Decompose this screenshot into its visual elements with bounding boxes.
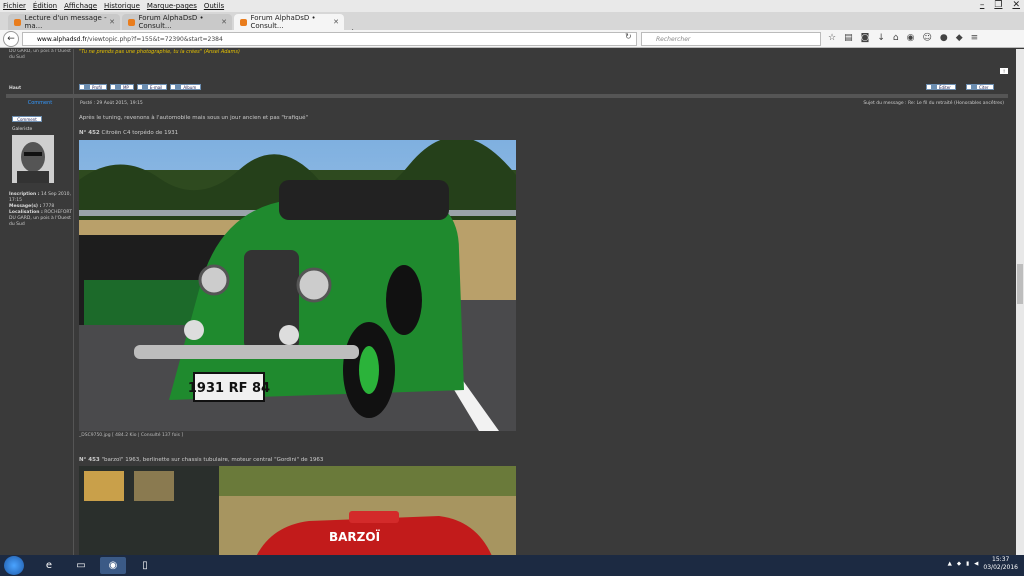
- barzoi-label: BARZOÏ: [329, 529, 381, 544]
- rank-badge: Comment: [12, 116, 42, 122]
- start-icon[interactable]: [4, 556, 24, 575]
- post-separator: [6, 94, 1008, 98]
- tab-1[interactable]: Lecture d'un message - ma... ✕: [8, 14, 120, 30]
- post-action-buttons: Profil MP E-mail Album: [79, 84, 202, 90]
- scrollbar[interactable]: [1016, 49, 1024, 555]
- download-icon[interactable]: ↓: [877, 33, 885, 43]
- author-name[interactable]: Comment: [10, 100, 70, 106]
- menu-outils[interactable]: Outils: [204, 2, 224, 10]
- quote-icon: [971, 85, 977, 89]
- attachment-info[interactable]: _DSC9750.jpg [ 484.2 Kio | Consulté 137 …: [79, 433, 183, 438]
- author-profile: Inscription : 14 Sep 2010, 17:15 Message…: [9, 192, 72, 227]
- report-button[interactable]: !: [1000, 68, 1008, 74]
- back-icon[interactable]: ←: [3, 31, 19, 47]
- menu-bar: Fichier Édition Affichage Historique Mar…: [0, 0, 1024, 12]
- pocket-icon[interactable]: ◙: [861, 33, 870, 43]
- menu-affichage[interactable]: Affichage: [64, 2, 97, 10]
- avatar: [12, 135, 54, 183]
- file-explorer-icon[interactable]: ▭: [68, 557, 94, 574]
- email-icon: [141, 85, 148, 89]
- caption-453: N° 453 "barzoï" 1963, berlinette sur cha…: [79, 457, 324, 463]
- profile-icon: [84, 85, 90, 89]
- favicon-icon: [14, 18, 21, 26]
- minimize-icon[interactable]: –: [980, 0, 985, 10]
- tab-close-icon[interactable]: ✕: [221, 18, 227, 26]
- extension-icon[interactable]: ◆: [956, 33, 963, 43]
- tab-2[interactable]: Forum AlphaDsD • Consult... ✕: [122, 14, 232, 30]
- edit-icon: [931, 85, 937, 89]
- email-button[interactable]: E-mail: [136, 84, 168, 90]
- favicon-icon: [240, 18, 247, 26]
- caption-452: N° 452 Citroën C4 torpédo de 1931: [79, 130, 179, 136]
- reading-list-icon[interactable]: ▤: [844, 33, 853, 43]
- taskbar: e ▭ ◉ ▯ ▲ ◆ ▮ ◀ 15:37 03/02/2016: [0, 555, 1024, 576]
- album-button[interactable]: Album: [170, 84, 202, 90]
- maximize-icon[interactable]: ❐: [994, 0, 1002, 10]
- menu-edition[interactable]: Édition: [33, 2, 57, 10]
- chat-icon[interactable]: ◉: [907, 33, 915, 43]
- tab-close-icon[interactable]: ✕: [333, 18, 339, 26]
- quote-button[interactable]: Citer: [966, 84, 994, 90]
- network-icon[interactable]: ▮: [966, 561, 969, 567]
- author-column: [6, 49, 74, 555]
- album-icon: [175, 85, 182, 89]
- emoji-icon[interactable]: ☺: [922, 33, 931, 43]
- favicon-icon: [128, 18, 135, 26]
- photo-barzoi[interactable]: BARZOÏ: [79, 466, 516, 555]
- close-icon[interactable]: ✕: [1012, 0, 1020, 10]
- profile-button[interactable]: Profil: [79, 84, 107, 90]
- tab-label: Forum AlphaDsD • Consult...: [138, 14, 204, 30]
- menu-fichier[interactable]: Fichier: [3, 2, 26, 10]
- toolbar-icons: ☆ ▤ ◙ ↓ ⌂ ◉ ☺ ● ◆ ≡: [828, 33, 978, 43]
- tray-icon[interactable]: ▲: [948, 561, 952, 567]
- addon-icon[interactable]: ●: [940, 33, 948, 43]
- post-subject: Sujet du message : Re: Le fil du retrait…: [863, 101, 1004, 106]
- reload-icon[interactable]: ↻: [625, 32, 632, 41]
- post-meta: Posté : 29 Août 2015, 19:15: [80, 101, 143, 106]
- license-plate: 1931 RF 84: [188, 381, 270, 396]
- url-domain: www.alphadsd.fr: [37, 35, 87, 43]
- menu-historique[interactable]: Historique: [104, 2, 140, 10]
- internet-explorer-icon[interactable]: e: [36, 557, 62, 574]
- post-intro: Après le tuning, revenons à l'automobile…: [79, 115, 309, 121]
- volume-icon[interactable]: ◀: [974, 561, 978, 567]
- tab-close-icon[interactable]: ✕: [109, 18, 115, 26]
- signature-quote: "Tu ne prends pas une photographie, tu l…: [79, 49, 240, 55]
- pm-icon: [114, 85, 121, 89]
- url-bar[interactable]: www.alphadsd.fr/viewtopic.php?f=155&t=72…: [22, 32, 637, 46]
- url-path: /viewtopic.php?f=155&t=72390&start=2384: [86, 35, 223, 43]
- page-content: DU GARD, un pois à l'Ouest du Sud "Tu ne…: [0, 49, 1016, 555]
- post-header: Posté : 29 Août 2015, 19:15 Sujet du mes…: [76, 100, 1008, 108]
- edit-button[interactable]: Éditer: [926, 84, 956, 90]
- navigation-bar: ← www.alphadsd.fr/viewtopic.php?f=155&t=…: [0, 30, 1024, 48]
- system-tray: ▲ ◆ ▮ ◀ 15:37 03/02/2016: [948, 556, 1018, 572]
- search-placeholder: Rechercher: [656, 35, 691, 43]
- menu-marque-pages[interactable]: Marque-pages: [147, 2, 197, 10]
- tab-bar: Lecture d'un message - ma... ✕ Forum Alp…: [0, 12, 1024, 39]
- tab-label: Lecture d'un message - ma...: [24, 14, 107, 30]
- document-icon[interactable]: ▯: [132, 557, 158, 574]
- photo-citroen-c4[interactable]: 1931 RF 84: [79, 140, 516, 431]
- pm-button[interactable]: MP: [109, 84, 134, 90]
- tab-3-active[interactable]: Forum AlphaDsD • Consult... ✕: [234, 14, 344, 30]
- tray-icon[interactable]: ◆: [957, 561, 961, 567]
- home-icon[interactable]: ⌂: [893, 33, 899, 43]
- scrollbar-thumb[interactable]: [1017, 264, 1023, 304]
- bookmark-star-icon[interactable]: ☆: [828, 33, 836, 43]
- previous-location: DU GARD, un pois à l'Ouest du Sud: [9, 49, 71, 60]
- tab-label: Forum AlphaDsD • Consult...: [250, 14, 316, 30]
- firefox-icon[interactable]: ◉: [100, 557, 126, 574]
- back-to-top-link[interactable]: Haut: [9, 86, 21, 91]
- menu-icon[interactable]: ≡: [971, 33, 979, 43]
- search-input[interactable]: Rechercher: [641, 32, 821, 46]
- clock[interactable]: 15:37 03/02/2016: [983, 556, 1018, 572]
- rank-name: Galeriste: [12, 127, 33, 132]
- window-controls: – ❐ ✕: [980, 0, 1020, 10]
